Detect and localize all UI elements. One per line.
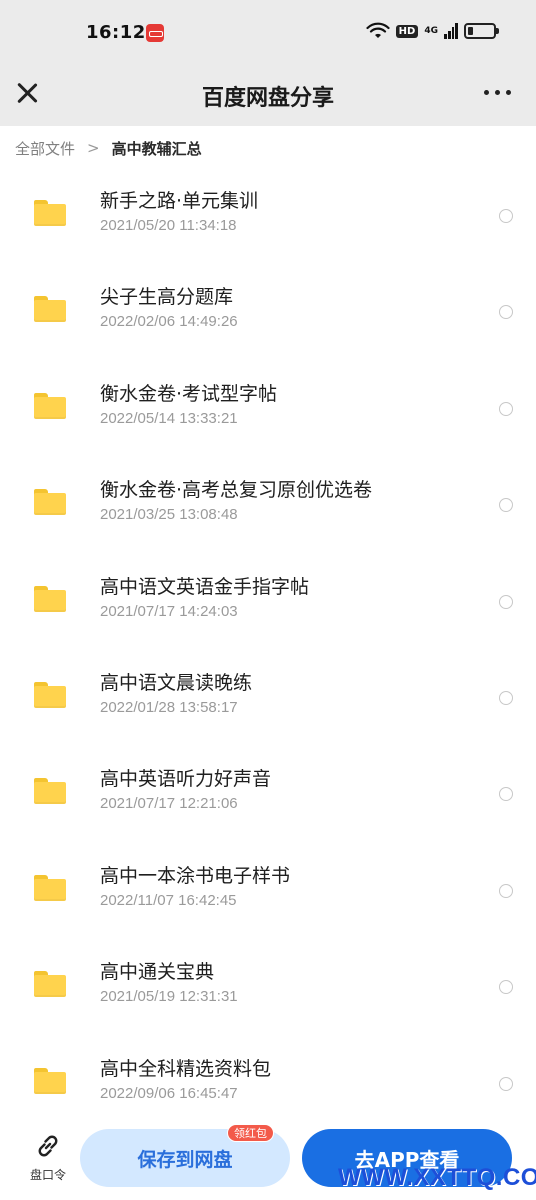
file-row[interactable]: 高中语文晨读晚练 2022/01/28 13:58:17 (0, 656, 536, 752)
file-name: 尖子生高分题库 (100, 286, 234, 309)
hd-badge: HD (395, 24, 419, 38)
app-header: 百度网盘分享 (0, 64, 536, 126)
link-icon (38, 1135, 58, 1157)
file-row[interactable]: 高中通关宝典 2021/05/19 12:31:31 (0, 945, 536, 1041)
watermark-text: WWW.XXTTQ.COM (338, 1164, 536, 1191)
file-name: 高中语文晨读晚练 (100, 672, 253, 694)
breadcrumb: 全部文件 > 高中教辅汇总 (0, 126, 536, 170)
folder-icon (34, 1067, 66, 1094)
folder-icon (34, 296, 66, 323)
breadcrumb-separator: > (87, 139, 100, 157)
folder-icon (34, 392, 66, 419)
select-radio[interactable] (499, 691, 513, 705)
status-icons: HD 4G (366, 22, 499, 40)
file-modified-time: 2021/05/20 11:34:18 (100, 217, 237, 234)
folder-icon (34, 682, 66, 708)
file-name: 衡水金卷·考试型字帖 (100, 382, 278, 405)
file-name: 高中全科精选资料包 (100, 1057, 272, 1080)
folder-icon (34, 585, 66, 612)
file-name: 高中语文英语金手指字帖 (100, 575, 310, 598)
select-radio[interactable] (499, 980, 513, 995)
file-row[interactable]: 新手之路·单元集训 2021/05/20 11:34:18 (0, 174, 536, 270)
folder-icon (34, 489, 66, 516)
file-row[interactable]: 高中全科精选资料包 2022/09/06 16:45:47 (0, 1042, 536, 1108)
file-list[interactable]: 新手之路·单元集训 2021/05/20 11:34:18 尖子生高分题库 2022/… (0, 128, 536, 1108)
select-radio[interactable] (499, 787, 513, 802)
file-row[interactable]: 高中语文英语金手指字帖 2021/07/17 14:24:03 (0, 560, 536, 656)
file-row[interactable]: 尖子生高分题库 2022/02/06 14:49:26 (0, 270, 536, 366)
more-icon[interactable] (484, 90, 512, 98)
signal-icon (444, 23, 458, 39)
select-radio[interactable] (499, 209, 513, 223)
breadcrumb-root[interactable]: 全部文件 (15, 138, 75, 159)
select-radio[interactable] (499, 401, 513, 416)
file-row[interactable]: 高中英语听力好声音 2021/07/17 12:21:06 (0, 752, 536, 848)
red-packet-badge: 领红包 (227, 1124, 274, 1142)
select-radio[interactable] (499, 305, 513, 320)
file-modified-time: 2022/09/06 16:45:47 (100, 1084, 238, 1102)
link-command-button[interactable]: 盘口令 (22, 1132, 72, 1192)
select-radio[interactable] (499, 1076, 513, 1091)
red-app-icon (146, 24, 164, 42)
file-name: 衡水金卷·高考总复习原创优选卷 (100, 479, 373, 502)
page-title: 百度网盘分享 (201, 86, 334, 111)
file-row[interactable]: 衡水金卷·考试型字帖 2022/05/14 13:33:21 (0, 367, 536, 463)
file-name: 高中一本涂书电子样书 (100, 864, 291, 887)
folder-icon (34, 971, 66, 998)
file-modified-time: 2021/07/17 12:21:06 (100, 795, 238, 813)
file-row[interactable]: 衡水金卷·高考总复习原创优选卷 2021/03/25 13:08:48 (0, 463, 536, 559)
file-name: 高中通关宝典 (100, 961, 215, 984)
folder-icon (34, 778, 66, 805)
select-radio[interactable] (499, 883, 513, 898)
network-label: 4G (424, 25, 438, 36)
file-name: 新手之路·单元集训 (100, 190, 259, 212)
status-bar: 16:12 HD 4G (0, 0, 536, 64)
breadcrumb-current: 高中教辅汇总 (111, 139, 202, 158)
file-modified-time: 2021/07/17 14:24:03 (100, 602, 238, 620)
select-radio[interactable] (499, 498, 513, 513)
file-modified-time: 2022/05/14 13:33:21 (100, 409, 238, 427)
file-modified-time: 2021/03/25 13:08:48 (100, 506, 238, 524)
link-command-label: 盘口令 (29, 1168, 66, 1182)
battery-icon (464, 23, 499, 39)
wifi-icon (366, 22, 390, 38)
select-radio[interactable] (499, 594, 513, 609)
file-row[interactable]: 高中一本涂书电子样书 2022/11/07 16:42:45 (0, 849, 536, 945)
file-modified-time: 2021/05/19 12:31:31 (100, 988, 238, 1006)
file-modified-time: 2022/11/07 16:42:45 (100, 891, 237, 909)
file-modified-time: 2022/01/28 13:58:17 (100, 699, 238, 716)
status-time: 16:12 (86, 22, 146, 43)
folder-icon (34, 874, 66, 901)
file-name: 高中英语听力好声音 (100, 768, 272, 791)
folder-icon (34, 200, 66, 226)
file-modified-time: 2022/02/06 14:49:26 (100, 313, 238, 331)
